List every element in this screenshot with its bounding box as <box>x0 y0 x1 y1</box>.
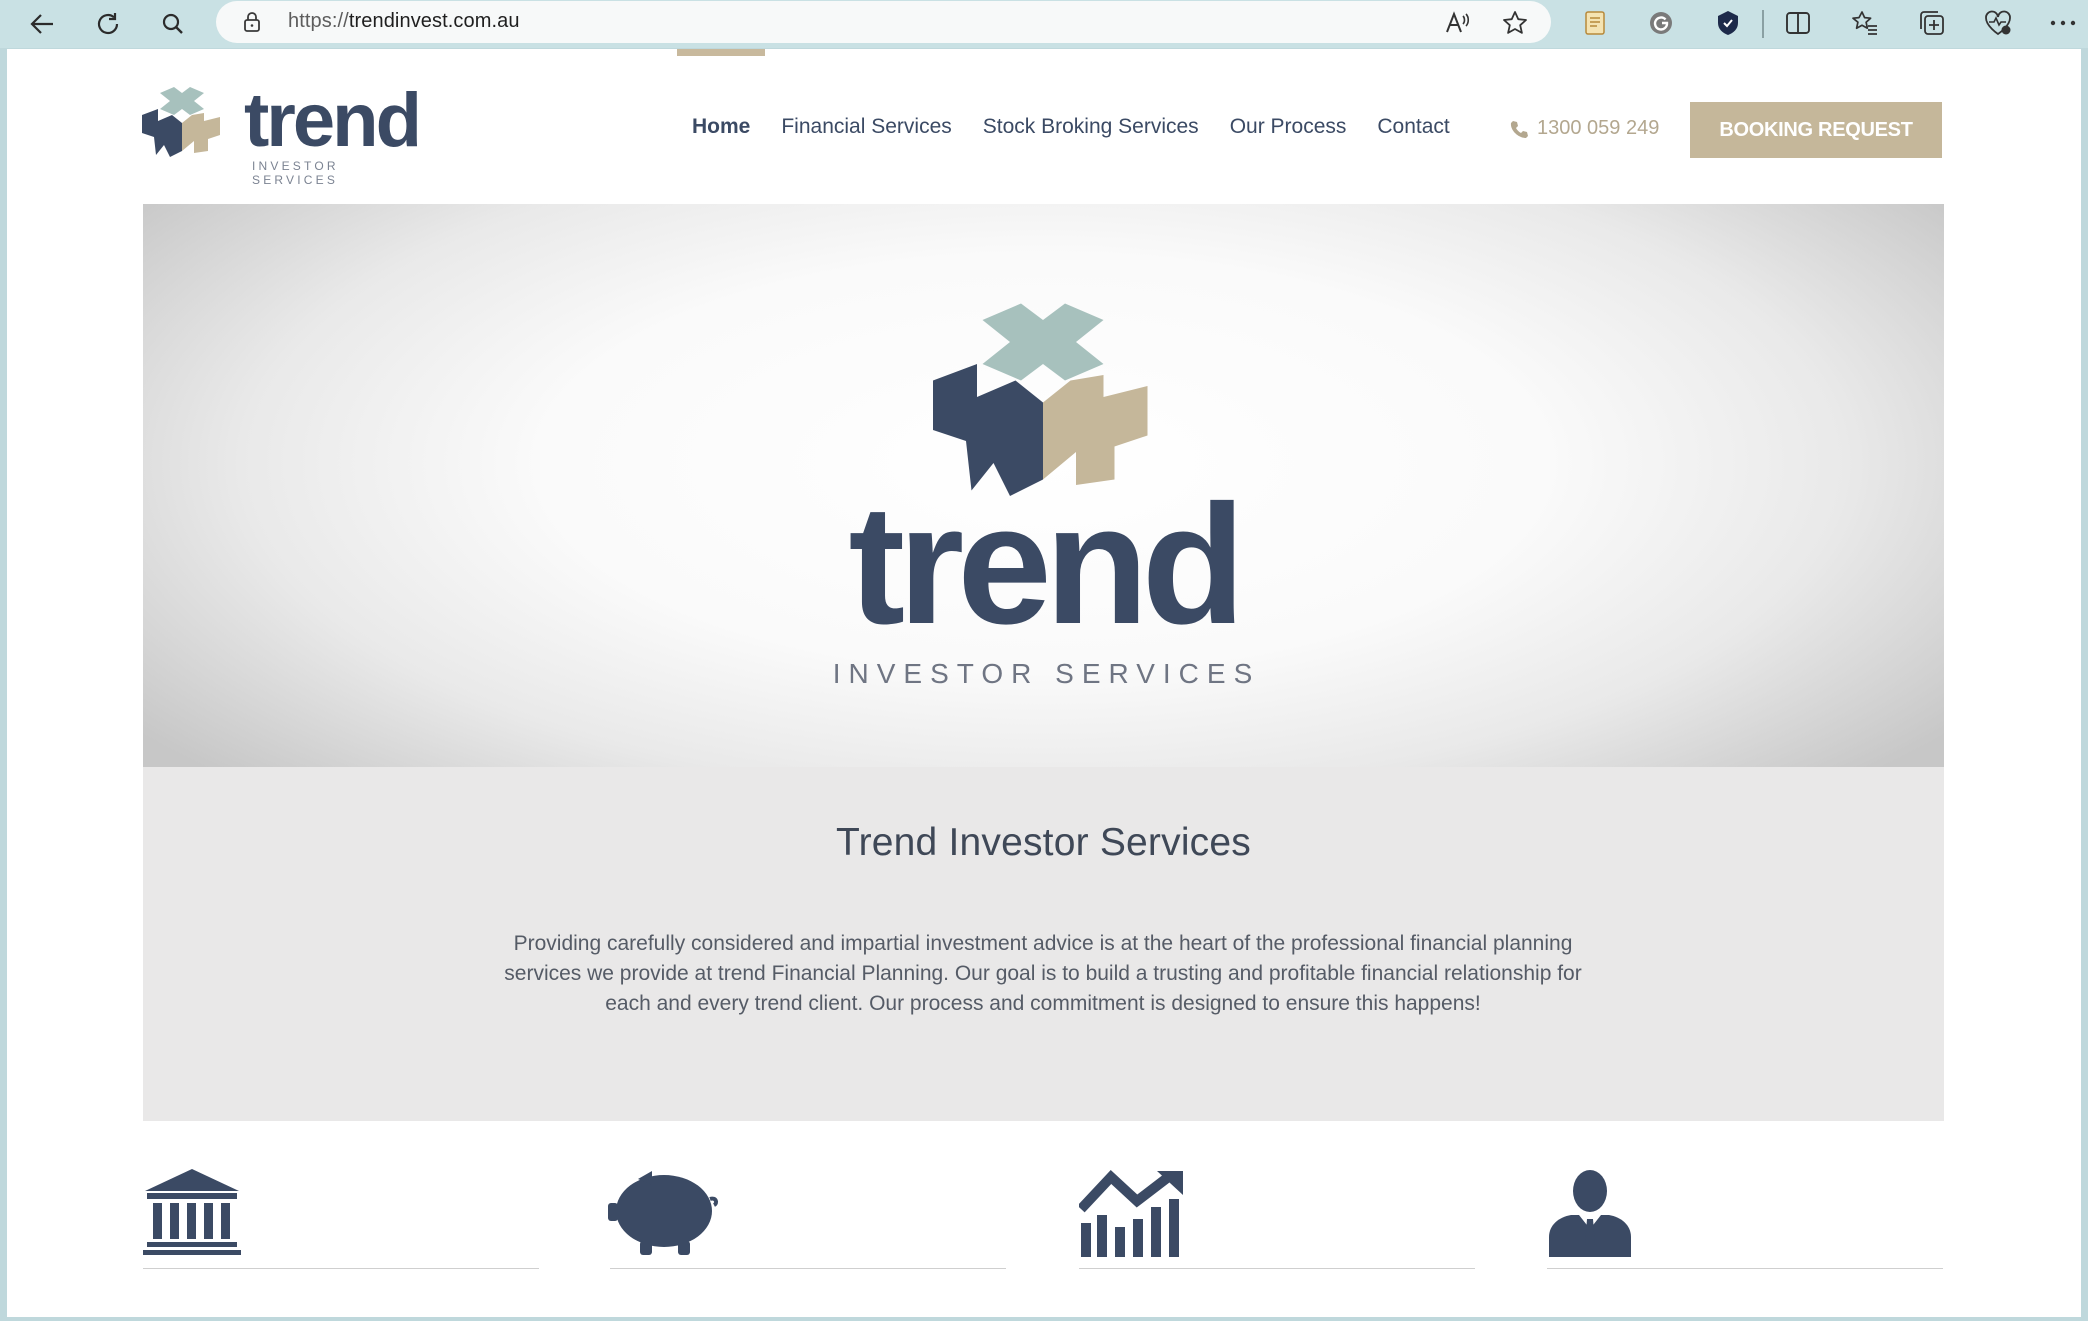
extension-shield-icon[interactable] <box>1713 8 1743 38</box>
logo-wordmark: trend <box>244 78 422 163</box>
feature-column-2 <box>608 1169 1006 1269</box>
lock-icon <box>242 11 262 38</box>
feature-column-1 <box>143 1169 539 1269</box>
intro-title: Trend Investor Services <box>836 821 1251 864</box>
active-nav-indicator <box>677 49 765 56</box>
feature-divider <box>1547 1268 1943 1269</box>
extension-grammarly-icon[interactable] <box>1646 8 1676 38</box>
growth-chart-icon <box>1079 1169 1183 1257</box>
browser-essentials-icon[interactable] <box>1983 8 2013 38</box>
businessman-icon <box>1549 1170 1631 1257</box>
piggy-bank-icon <box>608 1171 719 1255</box>
search-icon <box>162 13 183 34</box>
feature-divider <box>143 1268 539 1269</box>
refresh-button[interactable] <box>88 4 128 44</box>
favorite-star-icon[interactable] <box>1502 10 1528 36</box>
hero-banner: trend INVESTOR SERVICES <box>143 204 1944 767</box>
toolbar-divider <box>1762 10 1764 38</box>
nav-home[interactable]: Home <box>692 115 750 139</box>
nav-contact[interactable]: Contact <box>1377 115 1449 139</box>
trend-cube-logo-icon <box>142 87 220 157</box>
favorites-icon[interactable] <box>1850 8 1880 38</box>
phone-icon <box>1510 120 1528 138</box>
feature-divider <box>1079 1268 1475 1269</box>
search-button[interactable] <box>153 4 193 44</box>
address-bar[interactable]: https://trendinvest.com.au <box>216 1 1551 43</box>
nav-our-process[interactable]: Our Process <box>1230 115 1347 139</box>
read-aloud-icon[interactable] <box>1444 10 1470 36</box>
nav-financial-services[interactable]: Financial Services <box>781 115 951 139</box>
collections-icon[interactable] <box>1917 8 1947 38</box>
back-button[interactable] <box>22 4 62 44</box>
split-screen-icon[interactable] <box>1783 8 1813 38</box>
feature-column-3 <box>1079 1169 1475 1269</box>
feature-divider <box>610 1268 1006 1269</box>
nav-stock-broking-services[interactable]: Stock Broking Services <box>983 115 1199 139</box>
refresh-icon <box>97 13 119 35</box>
url-text[interactable]: https://trendinvest.com.au <box>288 10 520 33</box>
bank-icon <box>143 1169 241 1255</box>
intro-text: Providing carefully considered and impar… <box>504 932 1582 1015</box>
feature-column-4 <box>1547 1169 1943 1269</box>
web-page: trend INVESTOR SERVICES Home Financial S… <box>7 49 2081 1317</box>
extension-notes-icon[interactable] <box>1580 8 1610 38</box>
hero-wordmark: trend <box>848 470 1246 660</box>
hero-subtitle: INVESTOR SERVICES <box>832 658 1261 689</box>
site-logo[interactable]: trend INVESTOR SERVICES <box>142 78 422 187</box>
phone-number: 1300 059 249 <box>1537 117 1660 139</box>
logo-subtitle: INVESTOR SERVICES <box>252 159 339 187</box>
intro-section: Trend Investor Services Providing carefu… <box>143 767 1944 1121</box>
phone-link[interactable]: 1300 059 249 <box>1509 117 1659 140</box>
more-options-icon[interactable] <box>2048 8 2078 38</box>
main-navigation: Home Financial Services Stock Broking Se… <box>692 115 1481 139</box>
back-arrow-icon <box>30 14 53 34</box>
browser-toolbar: https://trendinvest.com.au <box>0 0 2088 48</box>
booking-request-button[interactable]: BOOKING REQUEST <box>1690 102 1942 158</box>
